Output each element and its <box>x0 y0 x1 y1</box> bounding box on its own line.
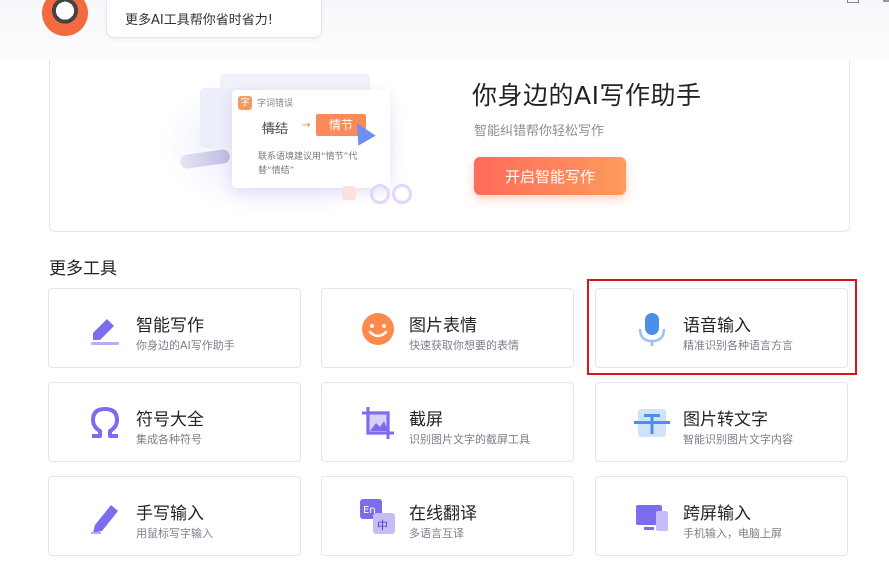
omega-icon <box>91 407 119 438</box>
tool-desc: 用鼠标写字输入 <box>136 527 213 540</box>
tool-name: 智能写作 <box>136 316 204 336</box>
tool-name: 截屏 <box>409 410 443 430</box>
svg-text:中: 中 <box>377 519 388 532</box>
arrow-icon: → <box>302 120 311 131</box>
tool-handwriting[interactable]: 手写输入 用鼠标写字输入 <box>48 476 301 556</box>
tip-bubble-text: 更多AI工具帮你省时省力! <box>125 13 273 28</box>
tool-smart-writing[interactable]: 智能写作 你身边的AI写作助手 <box>48 288 301 368</box>
tool-desc: 多语言互译 <box>409 527 464 540</box>
correction-card-title: 字词错误 <box>257 99 294 109</box>
screenshot-icon <box>362 407 394 439</box>
pen-writing-icon <box>91 319 119 345</box>
ai-writing-banner: 字 字词错误 情结 → 情节 联系语境建议用“情节”代替“情结” 你身边的AI写… <box>49 60 850 232</box>
image-to-text-icon <box>634 409 670 437</box>
tool-desc: 集成各种符号 <box>136 433 202 446</box>
tool-screenshot[interactable]: 截屏 识别图片文字的截屏工具 <box>321 382 574 462</box>
tool-online-translate[interactable]: En 中 在线翻译 多语言互译 <box>321 476 574 556</box>
tool-desc: 快速获取你想要的表情 <box>409 339 519 352</box>
tool-name: 跨屏输入 <box>683 504 751 524</box>
cross-screen-icon <box>636 505 668 531</box>
tool-desc: 手机输入，电脑上屏 <box>683 527 782 540</box>
minimize-window-icon[interactable] <box>883 0 889 2</box>
tool-name: 在线翻译 <box>409 504 477 524</box>
wrong-word: 情结 <box>262 122 289 137</box>
scissors-icon <box>370 184 390 204</box>
start-ai-writing-button[interactable]: 开启智能写作 <box>474 157 626 195</box>
restore-window-icon[interactable] <box>847 0 859 3</box>
tool-cross-screen-input[interactable]: 跨屏输入 手机输入，电脑上屏 <box>595 476 848 556</box>
tool-image-emoji[interactable]: 图片表情 快速获取你想要的表情 <box>321 288 574 368</box>
handwriting-icon <box>91 505 118 534</box>
banner-subtitle: 智能纠错帮你轻松写作 <box>474 124 605 139</box>
scissors-icon <box>392 184 412 204</box>
tool-symbols[interactable]: 符号大全 集成各种符号 <box>48 382 301 462</box>
decor-square <box>342 186 356 200</box>
tool-image-to-text[interactable]: 图片转文字 智能识别图片文字内容 <box>595 382 848 462</box>
banner-illustration: 字 字词错误 情结 → 情节 联系语境建议用“情节”代替“情结” <box>160 60 450 231</box>
smiley-icon <box>362 313 394 345</box>
more-tools-title: 更多工具 <box>49 259 117 279</box>
tool-name: 符号大全 <box>136 410 204 430</box>
tool-name: 图片转文字 <box>683 410 768 430</box>
tool-name: 手写输入 <box>136 504 204 524</box>
correction-badge: 字 <box>238 96 252 110</box>
tool-desc: 识别图片文字的截屏工具 <box>409 433 530 446</box>
tool-desc: 你身边的AI写作助手 <box>136 339 235 352</box>
tool-name: 图片表情 <box>409 316 477 336</box>
selection-highlight <box>587 279 857 375</box>
translate-icon: En 中 <box>360 499 395 534</box>
tool-desc: 智能识别图片文字内容 <box>683 433 793 446</box>
top-bar: 更多AI工具帮你省时省力! <box>0 0 889 60</box>
banner-title: 你身边的AI写作助手 <box>472 81 702 110</box>
correction-note: 联系语境建议用“情节”代替“情结” <box>258 152 358 176</box>
tip-bubble: 更多AI工具帮你省时省力! <box>106 0 322 38</box>
avatar[interactable] <box>42 0 88 36</box>
